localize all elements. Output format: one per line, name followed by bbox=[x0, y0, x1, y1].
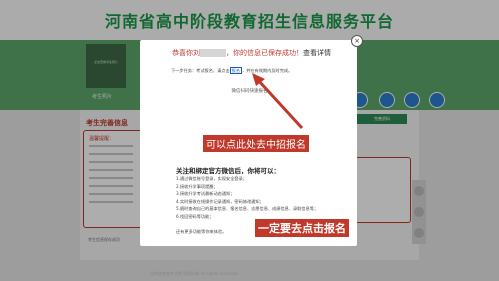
list-item: 4.实时接收在线操作记录通知，密码修改通知； bbox=[176, 198, 264, 204]
list-item: 3.接收升学考试最新动态通知； bbox=[176, 191, 235, 196]
list-item: 1.通过微信账号登录，实现安全登录； bbox=[176, 176, 247, 181]
annotation-click-here: 可以点此处去中招报名 bbox=[203, 135, 309, 152]
follow-title: 关注和绑定官方微信后，你将可以： bbox=[176, 167, 280, 175]
more-text: 还有更多功能等你来体验。 bbox=[176, 229, 227, 234]
annotation-must-register: 一定要去点击报名 bbox=[255, 219, 349, 237]
list-item: 5.随时查询自己的基本信息、报名信息、志愿信息、成绩信息、录取信息等； bbox=[176, 206, 319, 211]
list-item: 2.接收升学事项提醒； bbox=[176, 183, 218, 189]
benefit-list: 1.通过微信账号登录，实现安全登录； 2.接收升学事项提醒； 3.接收升学考试最… bbox=[176, 175, 318, 220]
